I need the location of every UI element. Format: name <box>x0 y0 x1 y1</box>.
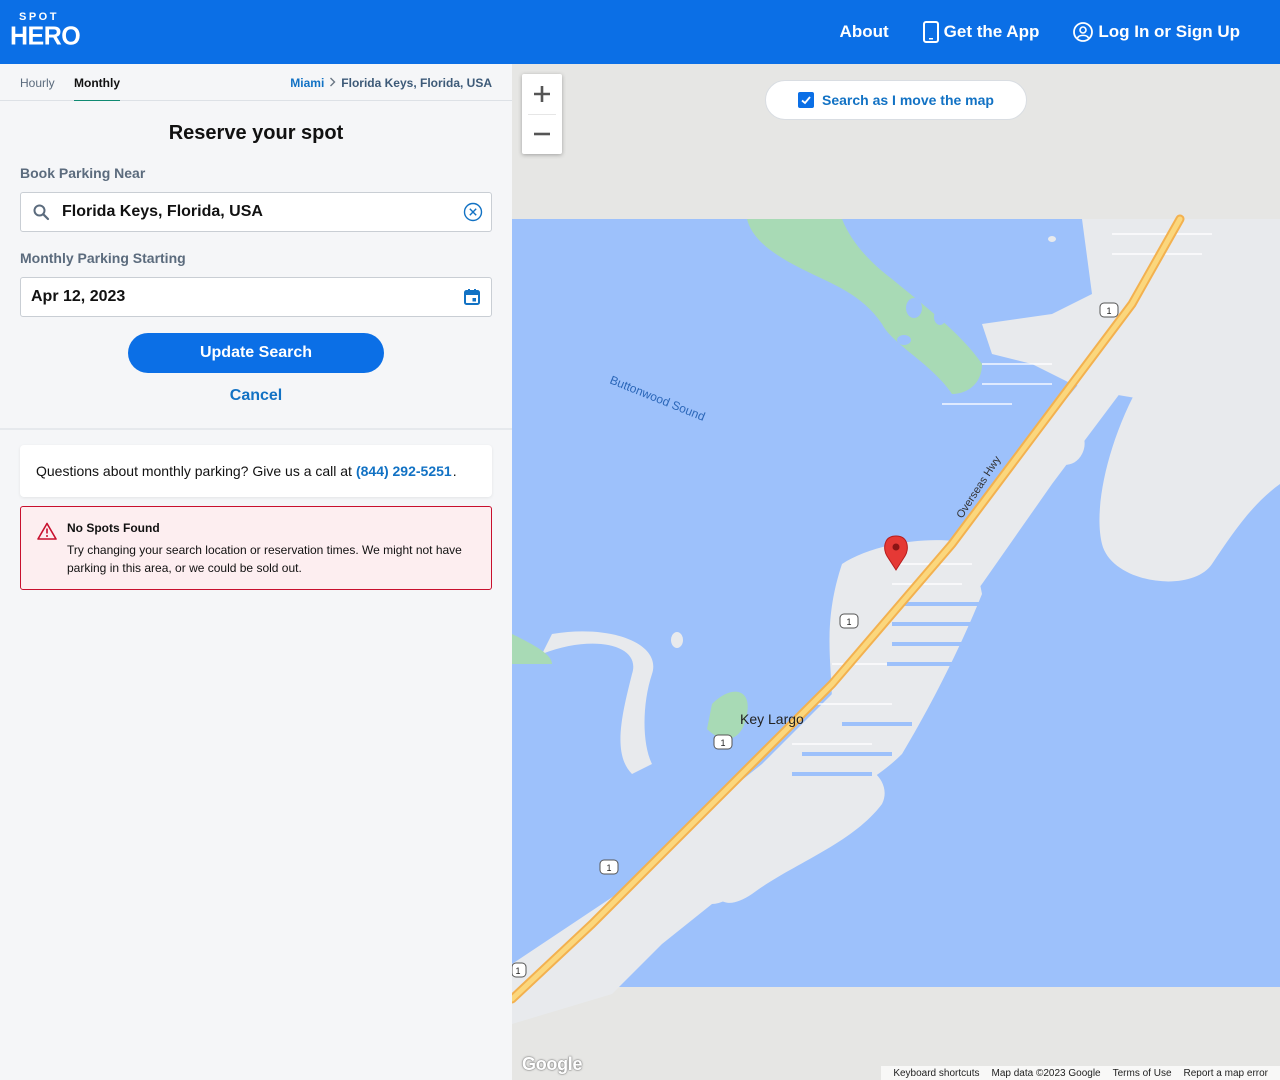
tab-hourly[interactable]: Hourly <box>20 76 55 90</box>
zoom-divider <box>528 114 556 115</box>
zoom-in-button[interactable] <box>522 74 562 114</box>
monthly-info-card: Questions about monthly parking? Give us… <box>20 445 492 497</box>
phone-icon <box>922 21 939 43</box>
top-header: SPOT HERO About Get the App Log In or Si… <box>0 0 1280 64</box>
nav-get-app-label: Get the App <box>943 22 1040 41</box>
svg-text:1: 1 <box>1106 306 1111 316</box>
route-shield-2: 1 <box>839 613 859 629</box>
search-icon <box>33 204 50 221</box>
chevron-right-icon <box>329 76 336 90</box>
nav-about-link[interactable]: About <box>840 22 889 42</box>
spothero-logo[interactable]: SPOT HERO <box>10 12 81 51</box>
location-input-value: Florida Keys, Florida, USA <box>62 203 263 220</box>
phone-link[interactable]: (844) 292-5251 <box>356 463 452 479</box>
checkbox-checked-icon[interactable] <box>798 92 814 108</box>
logo-hero-text: HERO <box>10 21 81 51</box>
main-nav: About Get the App Log In or Sign Up <box>807 0 1240 64</box>
map-attribution: Keyboard shortcuts Map data ©2023 Google… <box>881 1066 1280 1080</box>
nav-login-label: Log In or Sign Up <box>1098 22 1240 41</box>
map-canvas[interactable]: 1 1 1 1 1 Overseas Hwy Buttonwood Sound … <box>512 64 1280 1080</box>
terms-link[interactable]: Terms of Use <box>1107 1068 1178 1079</box>
date-label: Monthly Parking Starting <box>20 250 186 266</box>
map-data-text: Map data ©2023 Google <box>991 1067 1101 1079</box>
nav-get-app-link[interactable]: Get the App <box>922 21 1040 43</box>
update-search-button[interactable]: Update Search <box>128 333 384 373</box>
warning-icon <box>37 522 57 540</box>
route-shield-1: 1 <box>1099 302 1119 318</box>
google-logo: Google <box>522 1054 583 1074</box>
town-label: Key Largo <box>740 711 804 727</box>
cancel-button[interactable]: Cancel <box>0 387 512 405</box>
svg-text:1: 1 <box>846 617 851 627</box>
route-shield-4: 1 <box>599 859 619 875</box>
alert-body: Try changing your search location or res… <box>67 543 462 575</box>
breadcrumb-current: Florida Keys, Florida, USA <box>341 76 492 90</box>
nav-login-link[interactable]: Log In or Sign Up <box>1072 21 1240 43</box>
search-panel: Hourly Monthly Miami Florida Keys, Flori… <box>0 64 512 1080</box>
breadcrumb: Miami Florida Keys, Florida, USA <box>290 76 492 90</box>
nav-about-label: About <box>839 22 889 41</box>
location-label: Book Parking Near <box>20 165 146 181</box>
clear-circle-icon[interactable] <box>463 202 483 222</box>
svg-text:1: 1 <box>515 966 520 976</box>
svg-text:1: 1 <box>606 863 611 873</box>
date-input[interactable]: Apr 12, 2023 <box>20 277 492 317</box>
breadcrumb-parent-link[interactable]: Miami <box>290 76 324 90</box>
zoom-controls <box>522 74 562 154</box>
location-input[interactable]: Florida Keys, Florida, USA <box>20 192 492 232</box>
reservation-form: Reserve your spot Book Parking Near Flor… <box>0 101 512 430</box>
plus-icon <box>534 86 550 102</box>
route-shield-3: 1 <box>713 734 733 750</box>
alert-title: No Spots Found <box>67 521 160 535</box>
keyboard-shortcuts-link[interactable]: Keyboard shortcuts <box>887 1068 985 1079</box>
map-view[interactable]: 1 1 1 1 1 Overseas Hwy Buttonwood Sound … <box>512 64 1280 1080</box>
tab-monthly[interactable]: Monthly <box>74 76 120 102</box>
report-error-link[interactable]: Report a map error <box>1178 1068 1274 1079</box>
search-as-move-label: Search as I move the map <box>822 92 994 108</box>
user-circle-icon <box>1073 22 1094 42</box>
info-text: Questions about monthly parking? Give us… <box>36 463 352 479</box>
date-input-value: Apr 12, 2023 <box>31 288 126 305</box>
info-suffix: . <box>452 463 457 479</box>
search-as-move-toggle[interactable]: Search as I move the map <box>765 80 1027 120</box>
minus-icon <box>534 132 550 136</box>
no-spots-alert: No Spots Found Try changing your search … <box>20 506 492 590</box>
tab-bar: Hourly Monthly Miami Florida Keys, Flori… <box>0 64 512 102</box>
calendar-icon[interactable] <box>463 288 481 306</box>
form-title: Reserve your spot <box>168 122 344 144</box>
svg-text:1: 1 <box>720 738 725 748</box>
zoom-out-button[interactable] <box>522 114 562 154</box>
route-shield-5: 1 <box>512 962 527 978</box>
